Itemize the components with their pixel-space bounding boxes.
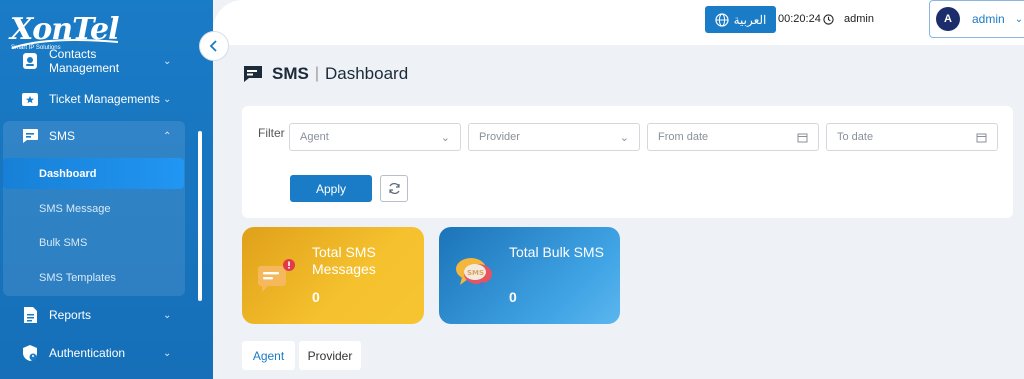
refresh-icon — [388, 183, 400, 194]
provider-select[interactable]: Provider ⌄ — [468, 123, 640, 151]
total-sms-messages-card: Total SMS Messages 0 — [242, 227, 424, 324]
sidebar-subitem-sms-message[interactable]: SMS Message — [3, 193, 184, 224]
collapse-sidebar-button[interactable] — [199, 31, 229, 61]
sidebar-scrollbar[interactable] — [198, 131, 202, 301]
agent-select[interactable]: Agent ⌄ — [289, 123, 461, 151]
user-name: admin — [972, 12, 1005, 26]
sidebar-item-label: Authentication — [49, 346, 126, 360]
sidebar-item-authentication[interactable]: Authentication ⌄ — [0, 336, 185, 370]
stat-title: Total SMS Messages — [312, 244, 376, 277]
ticket-icon — [19, 88, 41, 110]
stat-value: 0 — [509, 289, 517, 305]
sms-messages-icon — [258, 259, 295, 292]
chevron-down-icon: ⌄ — [619, 131, 629, 144]
page-title: SMS | Dashboard — [242, 64, 408, 84]
total-bulk-sms-card: SMS Total Bulk SMS 0 — [439, 227, 620, 324]
sidebar-item-contacts-management[interactable]: Contacts Management ⌄ — [0, 44, 185, 78]
sidebar-item-label: SMS — [49, 129, 76, 143]
sidebar-item-label: Reports — [49, 308, 92, 322]
language-label: العربية — [733, 12, 767, 27]
chevron-down-icon: ⌄ — [163, 55, 172, 67]
sidebar-item-reports[interactable]: Reports ⌄ — [0, 298, 185, 332]
chevron-down-icon: ⌄ — [440, 131, 450, 144]
globe-icon — [714, 12, 729, 27]
chevron-left-icon — [209, 40, 217, 52]
to-date-placeholder: To date — [837, 131, 874, 143]
sms-title-icon — [244, 66, 262, 82]
chevron-up-icon: ⌃ — [163, 130, 172, 142]
calendar-icon — [797, 133, 808, 142]
language-switch-button[interactable]: العربية — [705, 6, 776, 33]
provider-placeholder: Provider — [479, 131, 520, 143]
avatar: A — [936, 7, 960, 31]
from-date-placeholder: From date — [658, 131, 709, 143]
sidebar: XonTel Smart IP Solutions Contacts Manag… — [0, 0, 213, 379]
sidebar-item-sms[interactable]: SMS ⌃ — [0, 119, 185, 153]
chevron-down-icon: ⌄ — [163, 347, 172, 359]
contacts-icon — [19, 50, 41, 72]
clock-time: 00:20:24 — [778, 13, 821, 25]
from-date-input[interactable]: From date — [647, 123, 819, 151]
title-separator: | — [314, 65, 319, 82]
authentication-icon — [19, 342, 41, 364]
sidebar-subitem-bulk-sms[interactable]: Bulk SMS — [3, 227, 184, 258]
calendar-icon — [976, 133, 987, 142]
top-bar — [213, 0, 1024, 45]
sms-icon — [19, 125, 41, 147]
filter-card: Filter Agent ⌄ Provider ⌄ From date To d… — [242, 106, 1013, 218]
tab-provider[interactable]: Provider — [299, 341, 361, 370]
stat-title: Total Bulk SMS — [509, 244, 604, 260]
svg-text:SMS: SMS — [467, 269, 484, 277]
sidebar-item-label: Contacts Management — [49, 47, 120, 75]
chevron-down-icon: ⌄ — [1014, 13, 1024, 25]
agent-placeholder: Agent — [300, 131, 329, 143]
admin-label: admin — [844, 13, 874, 25]
tab-agent[interactable]: Agent — [242, 341, 295, 370]
clock: 00:20:24 — [778, 13, 834, 25]
filter-label: Filter — [258, 126, 285, 140]
sidebar-item-label: Ticket Managements — [49, 92, 160, 106]
bulk-sms-icon: SMS — [456, 258, 492, 291]
sidebar-item-ticket-managements[interactable]: Ticket Managements ⌄ — [0, 82, 185, 116]
to-date-input[interactable]: To date — [826, 123, 998, 151]
refresh-button[interactable] — [380, 175, 408, 202]
apply-button[interactable]: Apply — [290, 175, 372, 202]
clock-icon — [823, 13, 834, 25]
sidebar-subitem-sms-templates[interactable]: SMS Templates — [3, 262, 184, 293]
sidebar-subitem-dashboard[interactable]: Dashboard — [3, 158, 184, 189]
stat-value: 0 — [312, 289, 320, 305]
chevron-down-icon: ⌄ — [163, 93, 172, 105]
page-title-module: SMS — [272, 64, 309, 83]
page-title-section: Dashboard — [325, 64, 409, 83]
logo-text: XonTel — [10, 12, 119, 47]
reports-icon — [19, 304, 41, 326]
user-menu[interactable]: A admin ⌄ — [929, 0, 1024, 38]
chevron-down-icon: ⌄ — [163, 309, 172, 321]
